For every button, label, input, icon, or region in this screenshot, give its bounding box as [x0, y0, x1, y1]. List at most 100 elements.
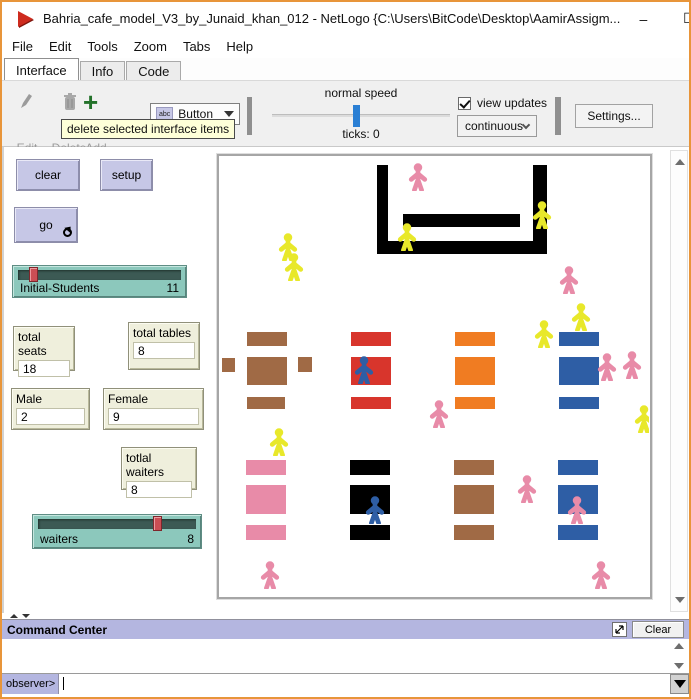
export-diagonal-icon[interactable] — [612, 622, 627, 637]
world-canvas — [220, 157, 649, 596]
female-monitor: Female 9 — [103, 388, 204, 430]
slider-handle[interactable] — [29, 267, 38, 282]
menu-zoom[interactable]: Zoom — [126, 37, 175, 56]
cafe-table-brown — [222, 358, 235, 372]
interface-scrollbar[interactable] — [670, 150, 688, 612]
cafe-table-blue — [559, 397, 599, 409]
waiters-slider[interactable]: waiters 8 — [32, 514, 202, 549]
view-updates-checkbox[interactable] — [458, 97, 471, 110]
menu-bar: File Edit Tools Zoom Tabs Help — [2, 35, 689, 58]
total-waiters-monitor: totlal waiters 8 — [121, 447, 197, 490]
initial-students-slider[interactable]: Initial-Students 11 — [12, 265, 187, 298]
dropdown-arrow-icon — [674, 680, 686, 688]
cafe-table-black — [350, 525, 390, 540]
text-caret — [63, 677, 64, 690]
tab-code[interactable]: Code — [126, 61, 181, 80]
command-center-header: Command Center Clear — [2, 619, 689, 639]
speed-slider-track[interactable] — [272, 114, 450, 117]
cafe-table-brown — [247, 397, 285, 409]
chevron-down-icon — [522, 120, 530, 128]
tab-bar: Interface Info Code — [2, 58, 689, 80]
go-button[interactable]: go — [14, 207, 78, 243]
menu-tools[interactable]: Tools — [79, 37, 125, 56]
toolbar-separator — [247, 97, 252, 135]
cafe-table-brown — [247, 332, 287, 346]
person-yellow — [531, 201, 553, 229]
title-bar: Bahria_cafe_model_V3_by_Junaid_khan_012 … — [2, 2, 689, 35]
setup-button[interactable]: setup — [100, 159, 153, 191]
cafe-table-red — [351, 397, 391, 409]
person-pink — [621, 351, 643, 379]
cafe-table-brown — [247, 357, 287, 385]
cafe-table-orange — [455, 357, 495, 385]
command-history-dropdown[interactable] — [670, 674, 689, 694]
monitor-value: 8 — [133, 342, 195, 359]
person-pink — [596, 353, 618, 381]
cafe-table-orange — [455, 397, 495, 409]
command-center-output[interactable] — [2, 639, 689, 674]
total-tables-monitor: total tables 8 — [128, 322, 200, 370]
view-updates-label: view updates — [477, 96, 547, 110]
person-pink — [558, 266, 580, 294]
person-yellow — [633, 405, 649, 433]
settings-button[interactable]: Settings... — [575, 104, 653, 128]
slider-track — [18, 270, 181, 280]
monitor-label: totlal waiters — [126, 451, 192, 479]
cafe-table-black — [350, 460, 390, 475]
dropdown-arrow-icon — [224, 111, 234, 117]
speed-slider-label: normal speed — [270, 86, 452, 100]
netlogo-app-icon — [18, 11, 33, 27]
monitor-label: total tables — [133, 326, 195, 340]
person-yellow — [570, 303, 592, 331]
counter-wall — [403, 214, 520, 227]
menu-file[interactable]: File — [4, 37, 41, 56]
person-blue — [364, 496, 386, 524]
world-view[interactable] — [217, 154, 652, 599]
person-yellow — [533, 320, 555, 348]
add-widget-icon[interactable]: + — [83, 87, 98, 118]
total-seats-monitor: total seats 18 — [13, 326, 75, 371]
command-input[interactable] — [59, 674, 670, 694]
cafe-table-pink — [246, 460, 286, 475]
monitor-label: Female — [108, 392, 199, 406]
netlogo-window: Bahria_cafe_model_V3_by_Junaid_khan_012 … — [0, 0, 691, 699]
monitor-value: 2 — [16, 408, 85, 425]
menu-tabs[interactable]: Tabs — [175, 37, 218, 56]
edit-pencil-icon[interactable] — [18, 93, 34, 111]
slider-label: waiters — [40, 532, 78, 546]
clear-button-label: clear — [35, 168, 61, 182]
maximize-button[interactable]: ☐ — [666, 4, 691, 34]
delete-trash-icon[interactable] — [62, 92, 78, 111]
slider-handle[interactable] — [153, 516, 162, 531]
menu-edit[interactable]: Edit — [41, 37, 79, 56]
cafe-table-brown — [454, 485, 494, 514]
splitter-down-icon[interactable] — [22, 614, 30, 618]
tab-interface[interactable]: Interface — [4, 58, 79, 80]
window-title: Bahria_cafe_model_V3_by_Junaid_khan_012 … — [43, 11, 620, 26]
person-blue — [353, 356, 375, 384]
splitter-up-icon[interactable] — [10, 614, 18, 618]
observer-prompt[interactable]: observer> — [2, 674, 59, 694]
scroll-down-icon[interactable] — [674, 663, 684, 669]
cafe-table-orange — [455, 332, 495, 346]
scroll-up-icon[interactable] — [675, 159, 685, 165]
tab-info[interactable]: Info — [80, 61, 126, 80]
clear-button[interactable]: clear — [16, 159, 80, 191]
monitor-label: total seats — [18, 330, 70, 358]
person-yellow — [396, 223, 418, 251]
minimize-button[interactable]: – — [620, 4, 666, 34]
update-mode-dropdown[interactable]: continuous — [457, 115, 537, 137]
update-mode-value: continuous — [465, 119, 523, 133]
monitor-value: 8 — [126, 481, 192, 498]
scroll-down-icon[interactable] — [675, 597, 685, 603]
slider-value: 8 — [187, 532, 194, 546]
ticks-counter: ticks: 0 — [270, 127, 452, 141]
person-pink — [259, 561, 281, 589]
command-center-clear-button[interactable]: Clear — [632, 621, 684, 638]
slider-value: 11 — [167, 281, 179, 295]
speed-slider-thumb[interactable] — [353, 105, 360, 127]
person-pink — [428, 400, 450, 428]
scroll-up-icon[interactable] — [674, 643, 684, 649]
menu-help[interactable]: Help — [218, 37, 261, 56]
cafe-table-pink — [246, 485, 286, 514]
